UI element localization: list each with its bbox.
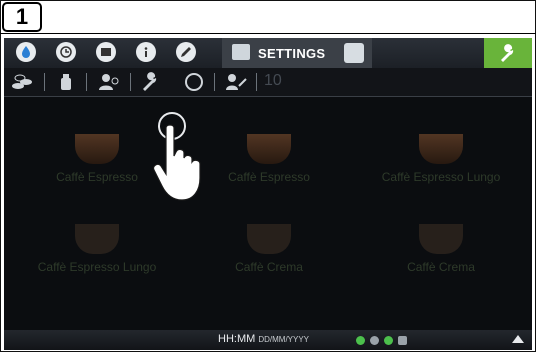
beverage-label: Caffè Espresso Lungo: [37, 260, 157, 274]
beverage-label: Caffè Espresso: [56, 170, 138, 184]
clock-readout: HH:MM DD/MM/YYYY: [218, 333, 309, 345]
circle-arrows-icon[interactable]: [182, 72, 206, 92]
tab-settings[interactable]: SETTINGS: [222, 38, 372, 68]
separator: [44, 73, 45, 91]
separator: [256, 73, 257, 91]
cup-icon: [419, 134, 463, 164]
settings-icon: [232, 44, 250, 60]
cup-icon: [247, 134, 291, 164]
beverage-button[interactable]: Caffè Espresso: [22, 134, 172, 194]
separator: [86, 73, 87, 91]
status-bar: HH:MM DD/MM/YYYY: [4, 330, 532, 350]
info-icon[interactable]: [136, 42, 156, 62]
date-text: DD/MM/YYYY: [258, 335, 310, 344]
bottle-icon[interactable]: [54, 72, 78, 92]
settings-subbar: 10: [4, 68, 532, 97]
top-toolbar: SETTINGS: [4, 38, 532, 68]
service-key-icon[interactable]: [224, 72, 248, 92]
subbar-number: 10: [264, 72, 282, 89]
beverage-button[interactable]: Caffè Espresso Lungo: [22, 224, 172, 284]
beverage-label: Caffè Espresso Lungo: [381, 170, 501, 184]
user-settings-icon[interactable]: [96, 72, 120, 92]
time-text: HH:MM: [218, 333, 256, 345]
folder-icon[interactable]: [96, 42, 116, 62]
beverage-button[interactable]: Caffè Crema: [366, 224, 516, 284]
speaker-icon: [370, 336, 379, 345]
wifi-icon: [356, 336, 365, 345]
separator: [130, 73, 131, 91]
pencil-icon[interactable]: [176, 42, 196, 62]
water-drop-icon[interactable]: [16, 42, 36, 62]
settings-label: SETTINGS: [258, 46, 326, 61]
up-arrow-icon[interactable]: [512, 335, 524, 343]
hand-pointer-icon: [153, 124, 201, 201]
divider: [0, 33, 536, 34]
beverage-button[interactable]: Caffè Espresso Lungo: [366, 134, 516, 194]
cup-icon: [419, 224, 463, 254]
cup-icon: [75, 134, 119, 164]
machine-screen: SETTINGS 10 Caffè Espresso Caffè Espress…: [4, 38, 532, 350]
coins-icon[interactable]: [10, 72, 34, 92]
cup-icon: [247, 224, 291, 254]
separator: [214, 73, 215, 91]
step-badge: 1: [2, 2, 42, 32]
usb-icon: [398, 336, 407, 345]
clock-icon[interactable]: [56, 42, 76, 62]
beverage-label: Caffè Crema: [407, 260, 475, 274]
user-icon[interactable]: [344, 43, 364, 63]
wrench-settings-icon[interactable]: [140, 72, 164, 92]
beverage-button[interactable]: Caffè Crema: [194, 224, 344, 284]
cup-icon: [75, 224, 119, 254]
status-ok-icon: [384, 336, 393, 345]
wrench-icon: [501, 44, 514, 62]
beverage-label: Caffè Crema: [235, 260, 303, 274]
wrench-button[interactable]: [484, 38, 532, 68]
